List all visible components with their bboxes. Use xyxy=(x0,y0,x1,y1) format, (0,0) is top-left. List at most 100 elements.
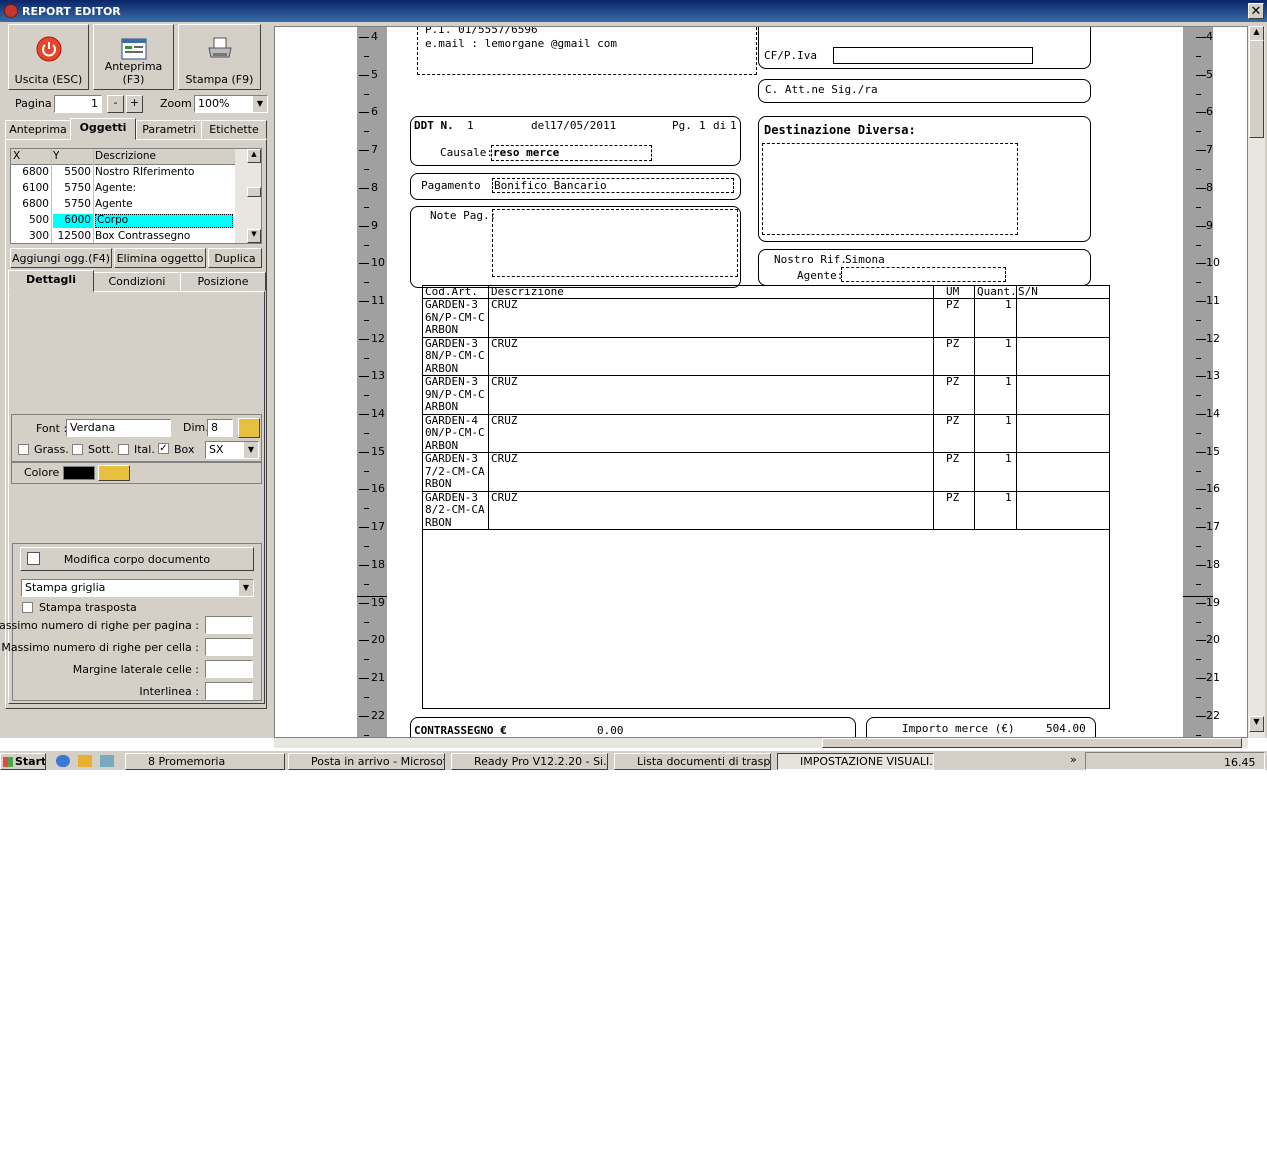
table-row[interactable]: 6800 5750 Agente xyxy=(11,197,235,213)
desktop-icon[interactable] xyxy=(100,755,114,767)
cod-label[interactable]: CONTRASSEGNO € xyxy=(414,724,507,737)
report-canvas[interactable]: 4 4 5 5 6 6 7 7 8 8 9 9 10 10 11 11 12 12 13 13 14 14 15 15 16 16… xyxy=(274,26,1248,738)
task-lista-documenti[interactable]: Lista documenti di traspo... xyxy=(614,753,771,770)
start-button[interactable]: Start xyxy=(0,753,46,770)
dest-field[interactable] xyxy=(762,143,1018,235)
underline-checkbox[interactable] xyxy=(72,444,83,455)
tab-oggetti[interactable]: Oggetti xyxy=(70,118,136,140)
transpose-checkbox[interactable] xyxy=(22,602,33,613)
di-label[interactable]: di xyxy=(713,119,726,132)
col-x[interactable]: X xyxy=(13,150,20,162)
page-minus-button[interactable]: - xyxy=(107,95,124,113)
pg-label[interactable]: Pg. xyxy=(672,119,692,132)
header-sn[interactable]: S/N xyxy=(1018,285,1038,299)
chevron-down-icon[interactable]: ▼ xyxy=(253,96,267,112)
table-cell-desc[interactable]: CRUZ xyxy=(491,337,518,351)
table-cell-cod[interactable]: GARDEN-3 8/2-CM-CA RBON xyxy=(425,491,485,530)
table-row[interactable]: 6100 5750 Agente: xyxy=(11,181,235,197)
task-impostazione[interactable]: IMPOSTAZIONE VISUALI... xyxy=(777,753,934,770)
scroll-up-icon[interactable]: ▲ xyxy=(247,149,261,163)
tab-etichette[interactable]: Etichette xyxy=(201,120,267,139)
att-label[interactable]: C. Att.ne Sig./ra xyxy=(765,83,878,96)
tab-condizioni[interactable]: Condizioni xyxy=(93,272,181,291)
table-cell-q[interactable]: 1 xyxy=(1005,337,1012,351)
col-descrizione[interactable]: Descrizione xyxy=(95,150,156,162)
task-readypro[interactable]: Ready Pro V12.2.20 - Si... xyxy=(451,753,608,770)
table-cell-q[interactable]: 1 xyxy=(1005,414,1012,428)
payment-field[interactable] xyxy=(492,178,734,193)
table-cell-cod[interactable]: GARDEN-3 6N/P-CM-C ARBON xyxy=(425,298,485,337)
ie-icon[interactable] xyxy=(56,755,70,767)
table-cell-cod[interactable]: GARDEN-3 9N/P-CM-C ARBON xyxy=(425,375,485,414)
delete-object-button[interactable]: Elimina oggetto xyxy=(114,248,206,268)
table-cell-desc[interactable]: CRUZ xyxy=(491,414,518,428)
causale-field[interactable] xyxy=(491,145,652,161)
dim-input[interactable]: 8 xyxy=(207,419,233,437)
table-row[interactable]: 6800 5500 Nostro RIferimento xyxy=(11,165,235,181)
page-input[interactable]: 1 xyxy=(54,95,102,113)
payment-label[interactable]: Pagamento xyxy=(421,179,481,192)
note-field[interactable] xyxy=(492,209,738,277)
max-rows-cell-input[interactable] xyxy=(205,638,253,656)
pg-total[interactable]: 1 xyxy=(730,119,737,132)
font-input[interactable]: Verdana xyxy=(66,419,171,437)
margin-input[interactable] xyxy=(205,660,253,678)
table-cell-desc[interactable]: CRUZ xyxy=(491,298,518,312)
italic-checkbox[interactable] xyxy=(118,444,129,455)
table-cell-q[interactable]: 1 xyxy=(1005,298,1012,312)
cf-field[interactable] xyxy=(833,47,1033,64)
add-object-button[interactable]: Aggiungi ogg.(F4) xyxy=(10,248,112,268)
ref-value[interactable]: Simona xyxy=(845,253,885,266)
table-row[interactable]: 300 12500 Box Contrassegno xyxy=(11,229,235,243)
task-promemoria[interactable]: 8 Promemoria xyxy=(125,753,285,770)
objects-grid[interactable]: X Y Descrizione 6800 5500 Nostro RIferimen… xyxy=(10,148,262,244)
table-cell-desc[interactable]: CRUZ xyxy=(491,375,518,389)
email-text[interactable]: e.mail : lemorgane @gmail com xyxy=(425,37,617,50)
ddt-date[interactable]: 17/05/2011 xyxy=(550,119,616,132)
header-desc[interactable]: Descrizione xyxy=(491,285,564,299)
tab-dettagli[interactable]: Dettagli xyxy=(8,270,94,292)
scroll-thumb[interactable] xyxy=(247,187,261,197)
scroll-down-icon[interactable]: ▼ xyxy=(247,229,261,243)
cod-value[interactable]: 0.00 xyxy=(597,724,624,737)
max-rows-page-input[interactable] xyxy=(205,616,253,634)
duplicate-button[interactable]: Duplica xyxy=(208,248,262,268)
vertical-scrollbar[interactable]: ▲ ▼ xyxy=(1248,26,1265,738)
ddt-label[interactable]: DDT N. xyxy=(414,119,454,132)
color-folder-icon[interactable] xyxy=(98,465,130,481)
note-label[interactable]: Note Pag.: xyxy=(430,209,496,222)
grid-scrollbar[interactable]: ▲ ▼ xyxy=(235,149,261,243)
agent-label[interactable]: Agente: xyxy=(797,269,843,282)
agent-field[interactable] xyxy=(841,267,1006,282)
close-button[interactable]: ✕ xyxy=(1248,3,1264,19)
scroll-thumb[interactable] xyxy=(1249,40,1264,138)
interline-input[interactable] xyxy=(205,682,253,700)
chevron-down-icon[interactable]: ▼ xyxy=(239,580,253,596)
h-scroll-thumb[interactable] xyxy=(822,738,1242,748)
header-cod[interactable]: Cod.Art. xyxy=(425,285,478,299)
table-cell-um[interactable]: PZ xyxy=(946,375,959,389)
table-cell-desc[interactable]: CRUZ xyxy=(491,452,518,466)
page-plus-button[interactable]: + xyxy=(126,95,143,113)
table-cell-cod[interactable]: GARDEN-3 8N/P-CM-C ARBON xyxy=(425,337,485,376)
edit-body-button[interactable]: Modifica corpo documento xyxy=(20,547,254,571)
grid-print-select[interactable]: Stampa griglia ▼ xyxy=(21,579,254,597)
table-cell-q[interactable]: 1 xyxy=(1005,491,1012,505)
outlook-icon[interactable] xyxy=(78,755,92,767)
table-cell-um[interactable]: PZ xyxy=(946,337,959,351)
table-cell-q[interactable]: 1 xyxy=(1005,375,1012,389)
col-y[interactable]: Y xyxy=(53,150,59,162)
header-quant[interactable]: Quant. xyxy=(977,285,1017,299)
table-cell-um[interactable]: PZ xyxy=(946,452,959,466)
header-um[interactable]: UM xyxy=(946,285,959,299)
exit-button[interactable]: Uscita (ESC) xyxy=(8,24,89,90)
table-cell-cod[interactable]: GARDEN-4 0N/P-CM-C ARBON xyxy=(425,414,485,453)
table-cell-desc[interactable]: CRUZ xyxy=(491,491,518,505)
more-icon[interactable]: » xyxy=(1070,753,1077,766)
pi-text[interactable]: P.I. 01/5557/6596 xyxy=(425,27,538,36)
table-cell-um[interactable]: PZ xyxy=(946,298,959,312)
task-posta[interactable]: Posta in arrivo - Microsof... xyxy=(288,753,445,770)
bold-checkbox[interactable] xyxy=(18,444,29,455)
cf-label[interactable]: CF/P.Iva xyxy=(764,49,817,62)
causale-label[interactable]: Causale: xyxy=(440,146,493,159)
